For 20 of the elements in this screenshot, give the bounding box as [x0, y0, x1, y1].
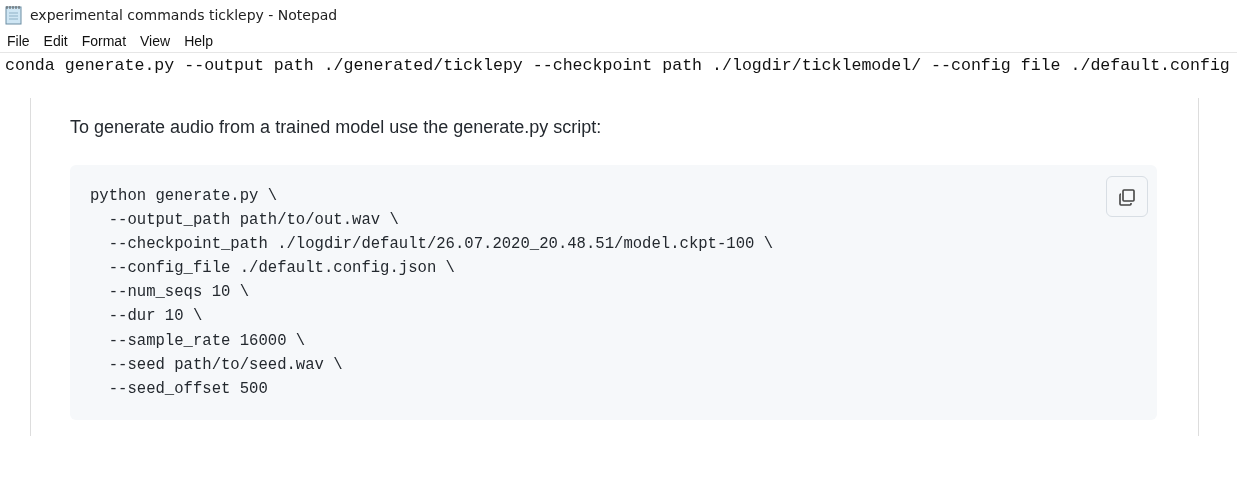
paragraph: To generate audio from a trained model use the generate.py script:: [70, 116, 603, 139]
copy-icon: [1117, 186, 1137, 207]
menu-item[interactable]: Help: [177, 30, 220, 52]
menu-item[interactable]: View: [133, 30, 178, 52]
code-line: python generate.py \: [90, 186, 278, 207]
code-line: --sample_rate 16000 \: [107, 330, 306, 352]
window-title: experimental commands ticklepy - Notepad: [30, 7, 338, 23]
code-line: --seed_offset 500: [107, 378, 268, 400]
code-line: --num_seqs 10 \: [107, 282, 250, 304]
menu-item[interactable]: Format: [74, 30, 134, 52]
code-line: --config_file ./default.config.json \: [107, 258, 455, 280]
notepad-icon: [4, 4, 24, 26]
menu-item[interactable]: Edit: [36, 30, 75, 52]
menu-item[interactable]: File: [0, 30, 37, 52]
code-line: --seed path/to/seed.wav \: [107, 354, 343, 376]
code-line: --output_path path/to/out.wav \: [107, 210, 399, 232]
copy-button[interactable]: [1106, 176, 1148, 217]
code-line: --dur 10 \: [107, 306, 203, 328]
code-line: --checkpoint_path ./logdir/default/26.07.2020_20.48.51/model.ckpt-100 \: [107, 234, 774, 256]
editor-text[interactable]: conda generate.py --output path ./generated/ticklepy --checkpoint path ./logdir/ticklemodel/ --config file ./default.config: [0, 53, 1237, 79]
